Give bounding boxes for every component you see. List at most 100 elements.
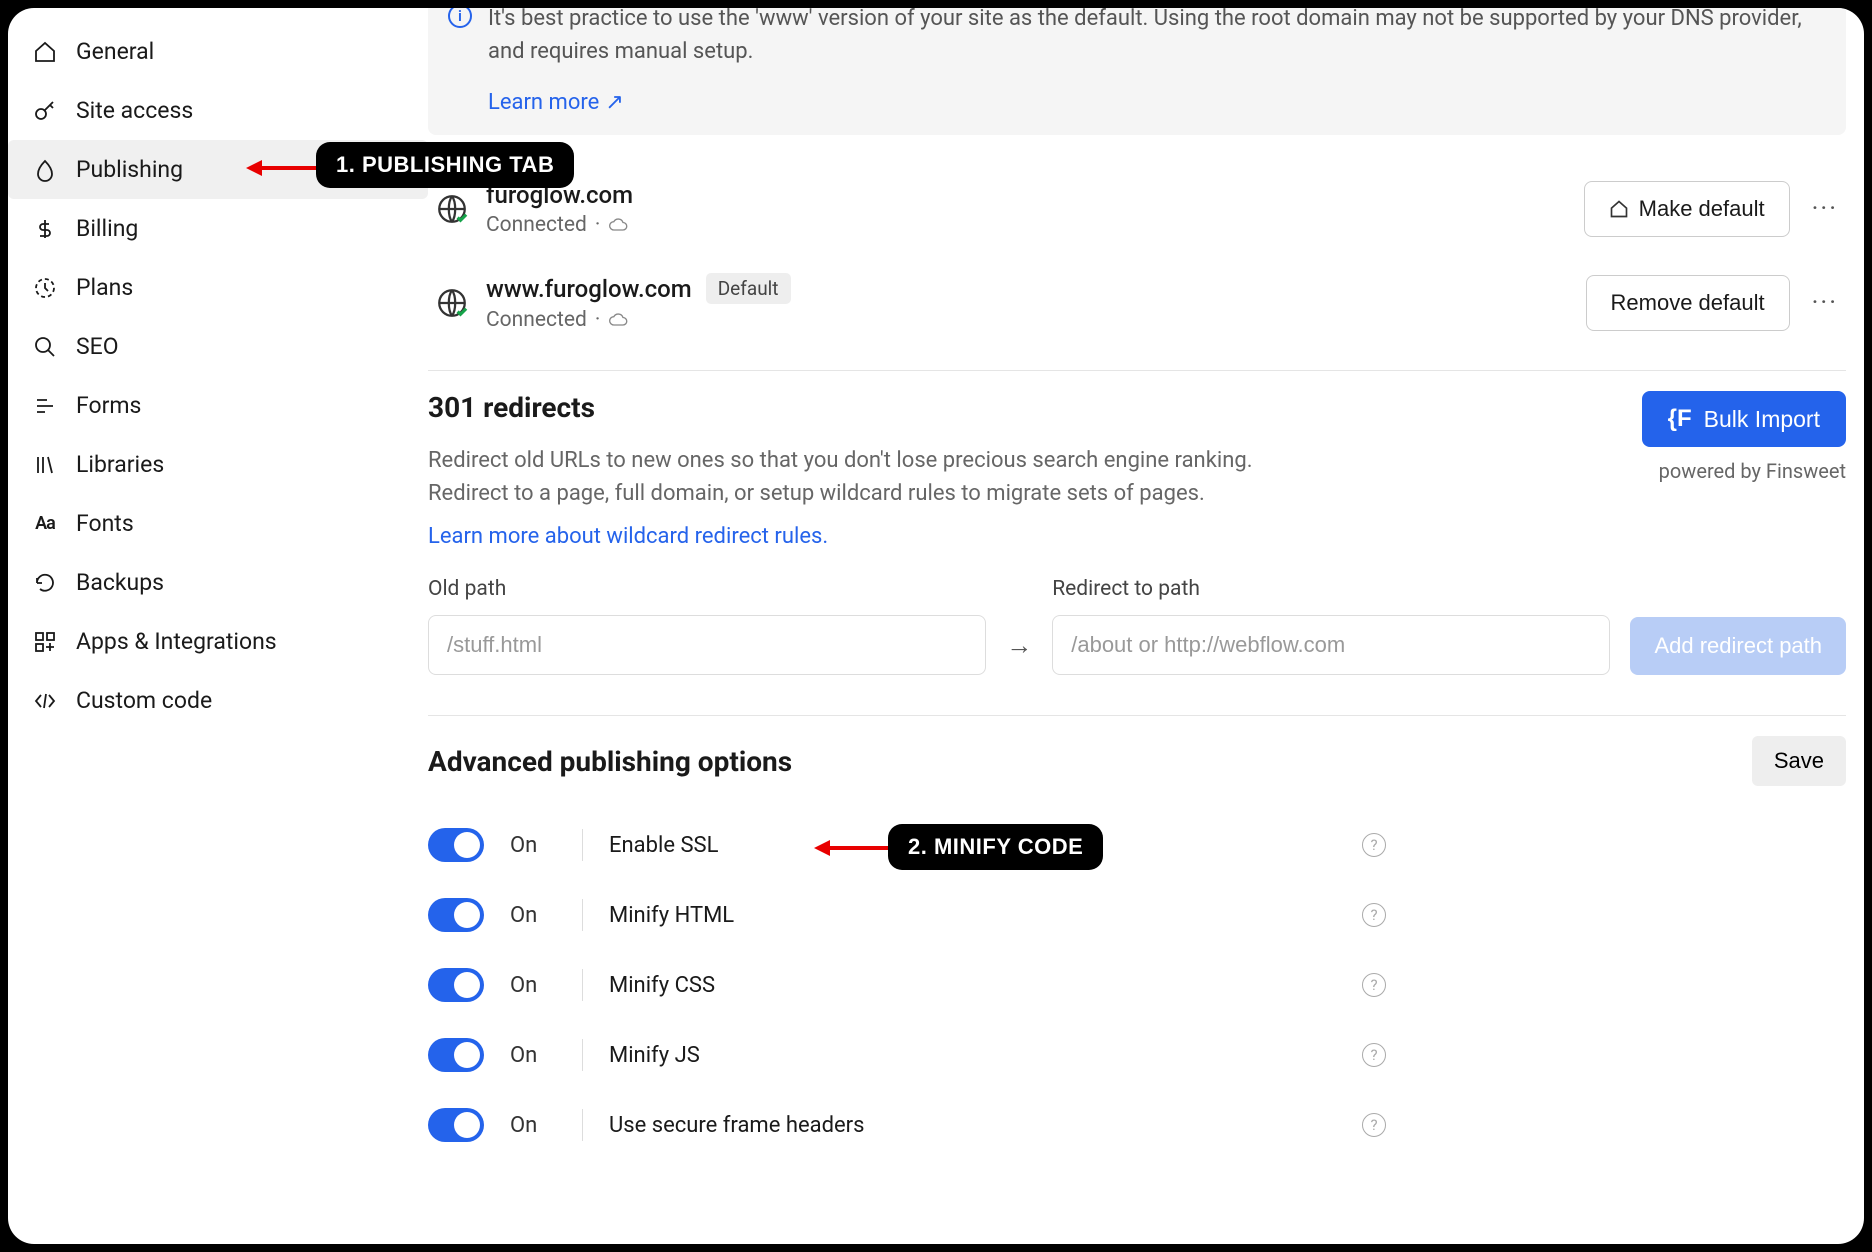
- sidebar-item-billing[interactable]: Billing: [8, 199, 428, 258]
- fonts-icon: Aa: [32, 511, 58, 537]
- sidebar-item-label: Forms: [76, 392, 141, 419]
- sidebar-item-fonts[interactable]: Aa Fonts: [8, 494, 428, 553]
- sidebar-item-label: Libraries: [76, 451, 164, 478]
- new-path-label: Redirect to path: [1052, 577, 1610, 601]
- forms-icon: [32, 393, 58, 419]
- bulk-import-button[interactable]: {F Bulk Import: [1642, 391, 1846, 447]
- plans-icon: [32, 275, 58, 301]
- toggle-row-ssl: On Enable SSL ?: [428, 810, 1846, 880]
- sidebar-item-label: Billing: [76, 215, 138, 242]
- annotation-arrow-icon: [814, 834, 894, 864]
- add-redirect-button[interactable]: Add redirect path: [1630, 617, 1846, 675]
- toggle-row-minify-css: On Minify CSS ?: [428, 950, 1846, 1020]
- sidebar: General Site access Publishing Billing P…: [8, 8, 428, 1244]
- status-separator: ·: [595, 213, 601, 237]
- cloud-icon: [608, 310, 628, 330]
- info-text: It's best practice to use the 'www' vers…: [488, 8, 1822, 68]
- code-icon: [32, 688, 58, 714]
- old-path-input[interactable]: [428, 615, 986, 675]
- help-icon[interactable]: ?: [1362, 973, 1386, 997]
- domain-name: www.furoglow.com: [486, 275, 692, 303]
- libraries-icon: [32, 452, 58, 478]
- separator: [582, 829, 583, 861]
- sidebar-item-label: Backups: [76, 569, 164, 596]
- separator: [582, 1039, 583, 1071]
- sidebar-item-seo[interactable]: SEO: [8, 317, 428, 376]
- toggle-state: On: [510, 903, 556, 928]
- toggle-switch[interactable]: [428, 898, 484, 932]
- toggle-label: Minify CSS: [609, 973, 1336, 998]
- sidebar-item-label: SEO: [76, 333, 119, 360]
- info-banner: i It's best practice to use the 'www' ve…: [428, 8, 1846, 135]
- publish-icon: [32, 157, 58, 183]
- sidebar-item-forms[interactable]: Forms: [8, 376, 428, 435]
- toggle-switch[interactable]: [428, 1038, 484, 1072]
- default-badge: Default: [706, 273, 791, 304]
- finsweet-icon: {F: [1668, 405, 1692, 433]
- domain-status: Connected: [486, 213, 587, 237]
- button-label: Remove default: [1611, 290, 1765, 316]
- save-button[interactable]: Save: [1752, 736, 1846, 786]
- powered-by-text: powered by Finsweet: [1642, 459, 1846, 483]
- annotation-arrow-icon: [246, 154, 322, 184]
- sidebar-item-label: Fonts: [76, 510, 134, 537]
- separator: [582, 969, 583, 1001]
- redirects-desc-line: Redirect old URLs to new ones so that yo…: [428, 448, 1253, 473]
- divider: [428, 715, 1846, 716]
- search-icon: [32, 334, 58, 360]
- home-icon: [32, 39, 58, 65]
- backup-icon: [32, 570, 58, 596]
- cloud-icon: [608, 215, 628, 235]
- make-default-button[interactable]: Make default: [1584, 181, 1790, 237]
- toggle-row-minify-html: On Minify HTML ?: [428, 880, 1846, 950]
- redirect-inputs: Old path → Redirect to path Add redirect…: [428, 577, 1846, 675]
- sidebar-item-plans[interactable]: Plans: [8, 258, 428, 317]
- domain-status: Connected: [486, 308, 587, 332]
- toggle-label: Minify HTML: [609, 903, 1336, 928]
- help-icon[interactable]: ?: [1362, 833, 1386, 857]
- globe-check-icon: [428, 286, 476, 320]
- sidebar-item-general[interactable]: General: [8, 22, 428, 81]
- toggle-state: On: [510, 1113, 556, 1138]
- learn-more-link[interactable]: Learn more ↗: [488, 90, 624, 115]
- toggle-switch[interactable]: [428, 828, 484, 862]
- toggle-state: On: [510, 833, 556, 858]
- sidebar-item-custom-code[interactable]: Custom code: [8, 671, 428, 730]
- toggle-state: On: [510, 973, 556, 998]
- sidebar-item-backups[interactable]: Backups: [8, 553, 428, 612]
- toggle-state: On: [510, 1043, 556, 1068]
- sidebar-item-label: Custom code: [76, 687, 212, 714]
- toggle-label: Use secure frame headers: [609, 1113, 1336, 1138]
- redirects-title: 301 redirects: [428, 391, 1253, 424]
- remove-default-button[interactable]: Remove default: [1586, 275, 1790, 331]
- external-link-icon: ↗: [605, 90, 623, 115]
- advanced-header: Advanced publishing options Save: [428, 736, 1846, 786]
- help-icon[interactable]: ?: [1362, 1043, 1386, 1067]
- annotation-1: 1. PUBLISHING TAB: [316, 142, 574, 188]
- toggle-switch[interactable]: [428, 1108, 484, 1142]
- window: General Site access Publishing Billing P…: [8, 8, 1864, 1244]
- toggle-switch[interactable]: [428, 968, 484, 1002]
- status-separator: ·: [595, 308, 601, 332]
- sidebar-item-apps[interactable]: Apps & Integrations: [8, 612, 428, 671]
- wildcard-learn-link[interactable]: Learn more about wildcard redirect rules…: [428, 524, 828, 549]
- home-up-icon: [1609, 199, 1629, 219]
- main-content: i It's best practice to use the 'www' ve…: [428, 8, 1864, 1244]
- apps-icon: [32, 629, 58, 655]
- new-path-input[interactable]: [1052, 615, 1610, 675]
- sidebar-item-libraries[interactable]: Libraries: [8, 435, 428, 494]
- redirects-desc-line: Redirect to a page, full domain, or setu…: [428, 481, 1205, 506]
- help-icon[interactable]: ?: [1362, 903, 1386, 927]
- sidebar-item-label: Publishing: [76, 156, 183, 183]
- globe-check-icon: [428, 192, 476, 226]
- more-menu-button[interactable]: ···: [1804, 186, 1846, 232]
- key-icon: [32, 98, 58, 124]
- button-label: Make default: [1639, 196, 1765, 222]
- sidebar-item-label: General: [76, 38, 154, 65]
- button-label: Bulk Import: [1704, 406, 1820, 433]
- help-icon[interactable]: ?: [1362, 1113, 1386, 1137]
- sidebar-item-site-access[interactable]: Site access: [8, 81, 428, 140]
- dollar-icon: [32, 216, 58, 242]
- annotation-2: 2. MINIFY CODE: [888, 824, 1103, 870]
- more-menu-button[interactable]: ···: [1804, 280, 1846, 326]
